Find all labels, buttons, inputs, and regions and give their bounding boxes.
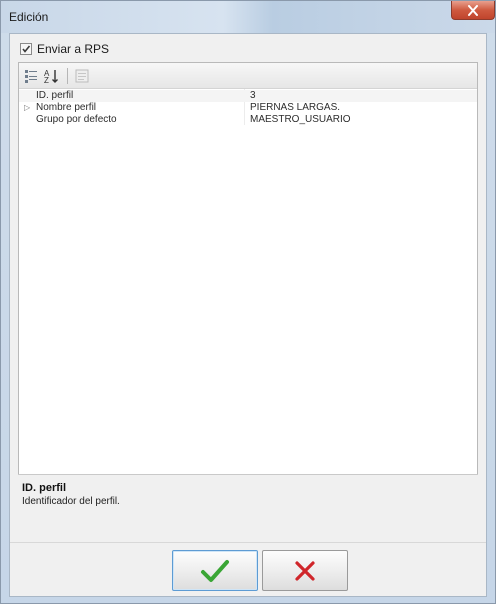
send-rps-checkbox[interactable] — [20, 43, 32, 55]
ok-button[interactable] — [172, 550, 258, 591]
window-title: Edición — [9, 10, 49, 24]
svg-text:Z: Z — [44, 76, 49, 85]
categorized-button[interactable] — [23, 67, 41, 85]
property-row-grupo-defecto[interactable]: Grupo por defecto MAESTRO_USUARIO — [19, 114, 477, 126]
expand-arrow-icon[interactable]: ▷ — [24, 102, 30, 114]
property-name: Grupo por defecto — [36, 114, 117, 125]
categorized-icon — [25, 70, 37, 83]
property-help-panel: ID. perfil Identificador del perfil. — [18, 474, 478, 540]
checkmark-icon — [201, 559, 229, 582]
property-grid: A Z ID. perfil 3 ▷ Nombre perfil PIERNAS… — [18, 62, 478, 540]
property-pages-icon — [75, 69, 89, 83]
alphabetical-sort-icon: A Z — [44, 69, 58, 85]
property-value[interactable]: 3 — [250, 90, 256, 102]
edit-dialog-window: Edición Enviar a RPS A Z ID. perfil 3 ▷ … — [0, 0, 496, 604]
footer-divider — [10, 542, 486, 543]
checkmark-icon — [22, 45, 31, 53]
property-value[interactable]: PIERNAS LARGAS. — [250, 102, 340, 114]
property-name: Nombre perfil — [36, 102, 97, 113]
help-description: Identificador del perfil. — [22, 496, 120, 507]
send-rps-label: Enviar a RPS — [37, 42, 110, 56]
property-name: ID. perfil — [36, 90, 74, 101]
property-value[interactable]: MAESTRO_USUARIO — [250, 114, 351, 126]
close-button[interactable] — [451, 1, 495, 20]
property-row-id-perfil[interactable]: ID. perfil 3 — [19, 90, 477, 102]
close-icon — [468, 4, 478, 16]
property-row-nombre-perfil[interactable]: ▷ Nombre perfil PIERNAS LARGAS. — [19, 102, 477, 114]
property-grid-toolbar: A Z — [19, 63, 477, 89]
property-pages-button[interactable] — [73, 67, 91, 85]
cancel-button[interactable] — [262, 550, 348, 591]
help-title: ID. perfil — [22, 482, 67, 494]
x-icon — [295, 560, 315, 581]
dialog-client-area: Enviar a RPS A Z ID. perfil 3 ▷ Nombre p… — [9, 33, 487, 597]
alphabetical-button[interactable]: A Z — [43, 67, 61, 85]
toolbar-separator — [67, 68, 68, 84]
title-bar[interactable]: Edición — [1, 1, 495, 33]
send-rps-option[interactable]: Enviar a RPS — [20, 41, 109, 57]
